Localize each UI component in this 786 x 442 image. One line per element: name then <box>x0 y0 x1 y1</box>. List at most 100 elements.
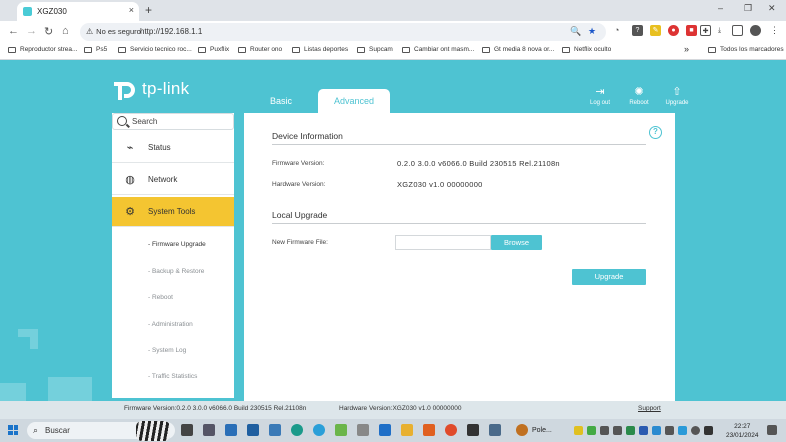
submenu-administration[interactable]: - Administration <box>148 321 193 328</box>
reboot-icon: ✺ <box>634 86 644 98</box>
bookmark-item[interactable]: Supcam <box>357 46 393 53</box>
edge-icon[interactable] <box>291 424 303 436</box>
sidebar-item-system-tools[interactable]: ⚙ System Tools <box>112 197 234 227</box>
logout-button[interactable]: ⇥ Log out <box>583 85 617 106</box>
reload-icon[interactable]: ↻ <box>44 25 53 38</box>
windows-start-icon[interactable] <box>8 425 18 435</box>
minimize-button[interactable]: – <box>718 3 723 13</box>
extension-record-icon[interactable]: ● <box>668 25 679 36</box>
help-icon[interactable]: ? <box>649 126 662 139</box>
tab-advanced[interactable]: Advanced <box>318 89 390 113</box>
bookmarks-overflow-button[interactable]: » <box>684 44 689 54</box>
firmware-file-field[interactable] <box>395 235 491 250</box>
tray-icon[interactable] <box>587 426 596 435</box>
home-icon[interactable]: ⌂ <box>62 25 69 37</box>
download-icon[interactable]: ⤓ <box>714 25 725 36</box>
browse-button[interactable]: Browse <box>491 235 542 250</box>
sidebar-item-status[interactable]: ⌁ Status <box>112 133 234 163</box>
brand-name: tp-link <box>142 79 190 98</box>
bookmark-star-icon[interactable]: ★ <box>588 26 596 37</box>
new-tab-button[interactable]: + <box>145 3 152 17</box>
bookmark-item[interactable]: Cambiar ont masm... <box>402 46 474 53</box>
bookmark-item[interactable]: Ps5 <box>84 46 107 53</box>
zoom-icon[interactable]: 🔍 <box>570 26 581 37</box>
system-clock[interactable]: 22:27 23/01/2024 <box>726 422 759 440</box>
logout-icon: ⇥ <box>595 86 605 98</box>
app-icon[interactable] <box>357 424 369 436</box>
telegram-icon[interactable] <box>313 424 325 436</box>
search-placeholder: Search <box>132 117 158 126</box>
app-icon[interactable] <box>203 424 215 436</box>
browser-menu-icon[interactable]: ⋮ <box>769 25 780 36</box>
bookmark-item[interactable]: Gt media 8 nova or... <box>482 46 554 53</box>
tab-basic[interactable]: Basic <box>255 89 307 113</box>
bookmark-item[interactable]: Listas deportes <box>292 46 348 53</box>
folder-icon <box>292 46 300 53</box>
profile-avatar[interactable] <box>750 25 761 36</box>
close-tab-icon[interactable]: × <box>129 5 134 15</box>
tray-icon[interactable] <box>613 426 622 435</box>
app-icon[interactable] <box>423 424 435 436</box>
bookmark-item[interactable]: Netflix oculto <box>562 46 611 53</box>
sidebar-item-network[interactable]: ◍ Network <box>112 165 234 195</box>
app-icon[interactable] <box>225 424 237 436</box>
submenu-reboot[interactable]: - Reboot <box>148 294 173 301</box>
folder-icon <box>562 46 570 53</box>
address-bar[interactable]: ⚠ No es seguro http://192.168.1.1 🔍 ★ <box>80 23 606 41</box>
forward-icon[interactable]: → <box>26 25 37 37</box>
tray-icon[interactable] <box>665 426 674 435</box>
bookmark-label: Cambiar ont masm... <box>414 46 475 53</box>
extension-adblock-icon[interactable]: ■ <box>686 25 697 36</box>
firmware-version-value: 0.2.0 3.0.0 v6066.0 Build 230515 Rel.211… <box>397 159 560 168</box>
all-bookmarks-button[interactable]: Todos los marcadores <box>708 46 784 53</box>
submenu-backup-restore[interactable]: - Backup & Restore <box>148 268 204 275</box>
url-text: http://192.168.1.1 <box>140 27 203 36</box>
bookmark-item[interactable]: Servicio tecnico roc... <box>118 46 192 53</box>
tray-icon[interactable] <box>678 426 687 435</box>
footer: Firmware Version:0.2.0 3.0.0 v6066.0 Bui… <box>0 401 786 419</box>
notifications-icon[interactable] <box>767 425 777 435</box>
bookmark-item[interactable]: Puxflix <box>198 46 229 53</box>
upgrade-button[interactable]: Upgrade <box>572 269 646 285</box>
upgrade-top-button[interactable]: ⇧ Upgrade <box>660 85 694 106</box>
submenu-system-log[interactable]: - System Log <box>148 347 186 354</box>
bookmark-item[interactable]: Reproductor strea... <box>8 46 77 53</box>
side-panel-icon[interactable] <box>732 25 743 36</box>
bookmark-label: Reproductor strea... <box>20 46 78 53</box>
speedometer-icon[interactable]: ◔ <box>614 25 619 35</box>
tray-icon[interactable] <box>626 426 635 435</box>
chrome-icon[interactable] <box>445 424 457 436</box>
tray-icon[interactable] <box>600 426 609 435</box>
settings-icon[interactable] <box>467 424 479 436</box>
file-explorer-icon[interactable] <box>401 424 413 436</box>
tray-icon[interactable] <box>574 426 583 435</box>
extensions-puzzle-icon[interactable]: ✚ <box>700 25 711 36</box>
bluetooth-icon[interactable] <box>639 426 648 435</box>
app-icon[interactable] <box>269 424 281 436</box>
security-indicator[interactable]: ⚠ No es seguro <box>86 27 141 36</box>
tray-icon[interactable] <box>652 426 661 435</box>
submenu-traffic-statistics[interactable]: - Traffic Statistics <box>148 373 197 380</box>
app-icon[interactable] <box>247 424 259 436</box>
back-icon[interactable]: ← <box>8 25 19 37</box>
app-icon[interactable] <box>335 424 347 436</box>
mail-icon[interactable] <box>379 424 391 436</box>
close-window-button[interactable]: ✕ <box>768 3 776 14</box>
pole-app-icon[interactable] <box>516 424 528 436</box>
browser-tab[interactable]: XGZ030 × <box>17 2 139 21</box>
maximize-button[interactable]: ❐ <box>744 3 752 14</box>
network-icon[interactable] <box>691 426 700 435</box>
app-icon[interactable] <box>489 424 501 436</box>
support-link[interactable]: Support <box>638 405 661 412</box>
reboot-button[interactable]: ✺ Reboot <box>622 85 656 106</box>
pole-app-label[interactable]: Pole... <box>532 427 552 434</box>
folder-icon <box>708 46 716 53</box>
search-input[interactable]: Search <box>112 113 234 130</box>
extension-pin-icon[interactable]: ✎ <box>650 25 661 36</box>
bookmark-item[interactable]: Router ono <box>238 46 282 53</box>
extension-help-icon[interactable]: ? <box>632 25 643 36</box>
volume-icon[interactable] <box>704 426 713 435</box>
task-view-icon[interactable] <box>181 424 193 436</box>
tp-link-logo-icon <box>114 82 135 100</box>
submenu-firmware-upgrade[interactable]: - Firmware Upgrade <box>148 241 206 248</box>
